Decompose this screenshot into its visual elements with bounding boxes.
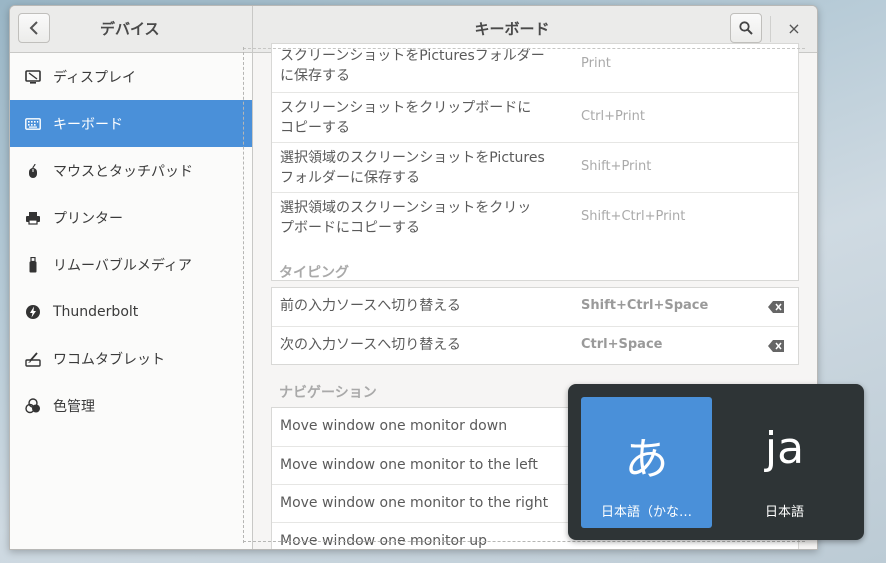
shortcut-label: スクリーンショットをPicturesフォルダー に保存する [280,48,545,84]
page-title: キーボード [474,20,550,38]
header-left-pane: デバイス [10,6,253,52]
shortcut-label: Move window one monitor down [280,418,508,434]
input-source-japanese[interactable]: ja 日本語 [719,397,850,528]
shortcut-label: Move window one monitor to the right [280,495,549,511]
input-source-name: 日本語 [764,505,804,520]
sidebar-item-thunderbolt[interactable]: Thunderbolt [10,288,252,335]
shortcut-label: Move window one monitor to the left [280,457,538,473]
close-button[interactable]: × [780,14,808,42]
sidebar-item-label: マウスとタッチパッド [53,163,193,180]
sidebar-item-wacom-tablet[interactable]: ワコムタブレット [10,335,252,382]
shortcut-label: 次の入力ソースへ切り替える [280,337,461,353]
shortcut-row[interactable]: スクリーンショットをPicturesフォルダー に保存する Print [272,44,798,92]
shortcut-accel: Ctrl+Print [581,109,645,124]
sidebar-item-display[interactable]: ディスプレイ [10,53,252,100]
input-source-glyph: あ [624,434,669,485]
clear-shortcut-icon[interactable] [768,301,784,313]
display-icon [24,68,42,86]
search-icon [739,21,753,35]
sidebar-item-label: 色管理 [53,398,95,415]
sidebar-item-printers[interactable]: プリンター [10,194,252,241]
sidebar-item-label: プリンター [53,210,123,227]
shortcut-row[interactable]: 選択領域のスクリーンショットをPictures フォルダーに保存する Shift… [272,142,798,192]
shortcut-label: 選択領域のスクリーンショットをPictures フォルダーに保存する [280,150,545,186]
tablet-icon [24,350,42,368]
sidebar-item-mouse-touchpad[interactable]: マウスとタッチパッド [10,147,252,194]
input-source-glyph: ja [764,423,805,474]
sidebar-item-label: キーボード [53,116,123,133]
input-source-japanese-kana[interactable]: あ 日本語（かな… [581,397,712,528]
sidebar-item-keyboard[interactable]: キーボード [10,100,252,147]
shortcut-label: 選択領域のスクリーンショットをクリッ プボードにコピーする [280,200,532,236]
clear-shortcut-icon[interactable] [768,340,784,352]
thunderbolt-icon [24,303,42,321]
sidebar-item-label: ディスプレイ [53,69,137,86]
mouse-icon [24,162,42,180]
close-icon: × [787,18,801,38]
shortcut-row[interactable]: スクリーンショットをクリップボードに コピーする Ctrl+Print [272,92,798,142]
chevron-left-icon [29,21,38,35]
screenshot-shortcut-list: スクリーンショットをPicturesフォルダー に保存する Print スクリー… [271,43,799,281]
sidebar: ディスプレイ キーボード マウスとタッチパッド プリンター リムーバブルメディア [10,53,253,549]
sidebar-item-removable-media[interactable]: リムーバブルメディア [10,241,252,288]
input-source-switcher: あ 日本語（かな… ja 日本語 [568,384,864,540]
keyboard-icon [24,115,42,133]
shortcut-label: スクリーンショットをクリップボードに コピーする [280,100,532,136]
color-management-icon [24,397,42,415]
sidebar-item-label: リムーバブルメディア [53,257,192,274]
selection-outline-left [243,47,244,543]
shortcut-accel: Print [581,56,611,71]
shortcut-accel: Shift+Print [581,159,652,174]
shortcut-accel: Shift+Ctrl+Print [581,209,686,224]
usb-drive-icon [24,256,42,274]
shortcut-row[interactable]: 前の入力ソースへ切り替える Shift+Ctrl+Space [272,288,798,326]
header-separator [770,16,771,42]
sidebar-item-label: ワコムタブレット [53,351,165,368]
shortcut-accel: Shift+Ctrl+Space [581,298,709,313]
shortcut-row[interactable]: 次の入力ソースへ切り替える Ctrl+Space [272,326,798,364]
selection-outline-top [243,48,805,49]
input-source-name: 日本語（かな… [600,505,692,520]
section-title-navigation: ナビゲーション [279,385,377,401]
shortcut-accel: Ctrl+Space [581,337,663,352]
search-button[interactable] [730,13,762,43]
shortcut-label: 前の入力ソースへ切り替える [280,298,461,314]
sidebar-item-color[interactable]: 色管理 [10,382,252,429]
section-title-typing: タイピング [279,265,349,281]
back-button[interactable] [18,13,50,43]
typing-shortcut-list: 前の入力ソースへ切り替える Shift+Ctrl+Space 次の入力ソースへ切… [271,287,799,365]
sidebar-item-label: Thunderbolt [53,303,139,320]
selection-outline-bottom [243,541,805,542]
shortcut-row[interactable]: 選択領域のスクリーンショットをクリッ プボードにコピーする Shift+Ctrl… [272,192,798,242]
panel-category-title: デバイス [100,20,160,38]
printer-icon [24,209,42,227]
